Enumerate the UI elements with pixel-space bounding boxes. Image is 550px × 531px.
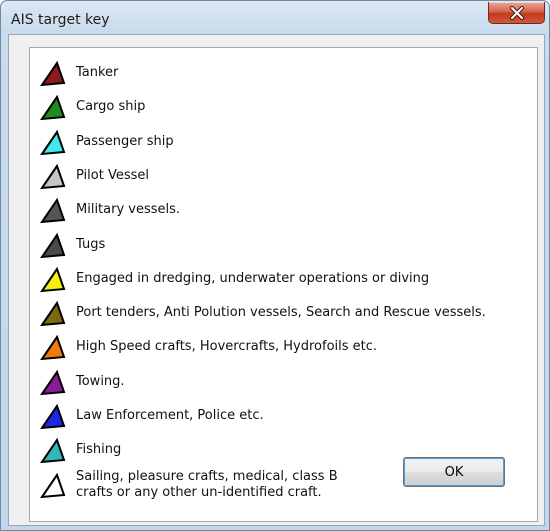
port-tender-triangle-icon (40, 300, 66, 327)
tug-triangle-icon (40, 232, 66, 258)
key-item-label: Military vessels. (76, 202, 181, 218)
key-item-label: High Speed crafts, Hovercrafts, Hydrofoi… (76, 339, 378, 355)
key-item: Port tenders, Anti Polution vessels, Sea… (30, 297, 536, 331)
key-item-label: Cargo ship (76, 99, 146, 115)
military-triangle-icon (40, 197, 66, 224)
key-item: Engaged in dredging, underwater operatio… (30, 263, 536, 297)
key-item: Cargo ship (30, 91, 536, 125)
high-speed-triangle-icon (40, 335, 66, 361)
fishing-triangle-icon (40, 438, 66, 464)
key-item-label: Towing. (76, 373, 125, 389)
pilot-triangle-icon (40, 163, 66, 190)
key-item-label: Sailing, pleasure crafts, medical, class… (76, 468, 338, 500)
key-item-label: Tugs (76, 236, 106, 252)
key-item: Military vessels. (30, 194, 536, 228)
key-item-label: Law Enforcement, Police etc. (76, 408, 264, 423)
key-item: Tanker (30, 57, 536, 91)
dredging-triangle-icon (40, 266, 66, 292)
key-item: Law Enforcement, Police etc. (30, 400, 536, 434)
tanker-triangle-icon (40, 60, 66, 87)
ok-button[interactable]: OK (403, 457, 505, 487)
target-key-list: Tanker Cargo ship Passenger ship Pilot Vess… (29, 47, 538, 522)
key-item-label: Fishing (76, 442, 122, 458)
close-icon (510, 6, 524, 20)
key-item: Pilot Vessel (30, 160, 536, 194)
law-enforcement-triangle-icon (40, 403, 66, 430)
key-item-label: Port tenders, Anti Polution vessels, Sea… (76, 305, 486, 321)
key-item: Passenger ship (30, 126, 536, 160)
dialog-client-area: Tanker Cargo ship Passenger ship Pilot Vess… (8, 34, 545, 526)
key-item: High Speed crafts, Hovercrafts, Hydrofoi… (30, 331, 536, 365)
key-item: Tugs (30, 229, 536, 263)
key-item-label: Engaged in dredging, underwater operatio… (76, 270, 430, 286)
key-item: Towing. (30, 366, 536, 400)
close-button[interactable] (488, 2, 545, 24)
passenger-triangle-icon (40, 129, 66, 155)
sailing-triangle-icon (40, 472, 66, 498)
key-item-label: Pilot Vessel (76, 167, 149, 183)
title-bar[interactable]: AIS target key (1, 1, 549, 33)
ais-target-key-dialog: AIS target key Tanker Cargo ship Passenger… (0, 0, 550, 531)
window-title: AIS target key (11, 12, 110, 28)
key-item-label: Passenger ship (76, 133, 174, 149)
cargo-triangle-icon (40, 95, 66, 121)
towing-triangle-icon (40, 369, 66, 395)
key-item-label: Tanker (76, 65, 119, 80)
